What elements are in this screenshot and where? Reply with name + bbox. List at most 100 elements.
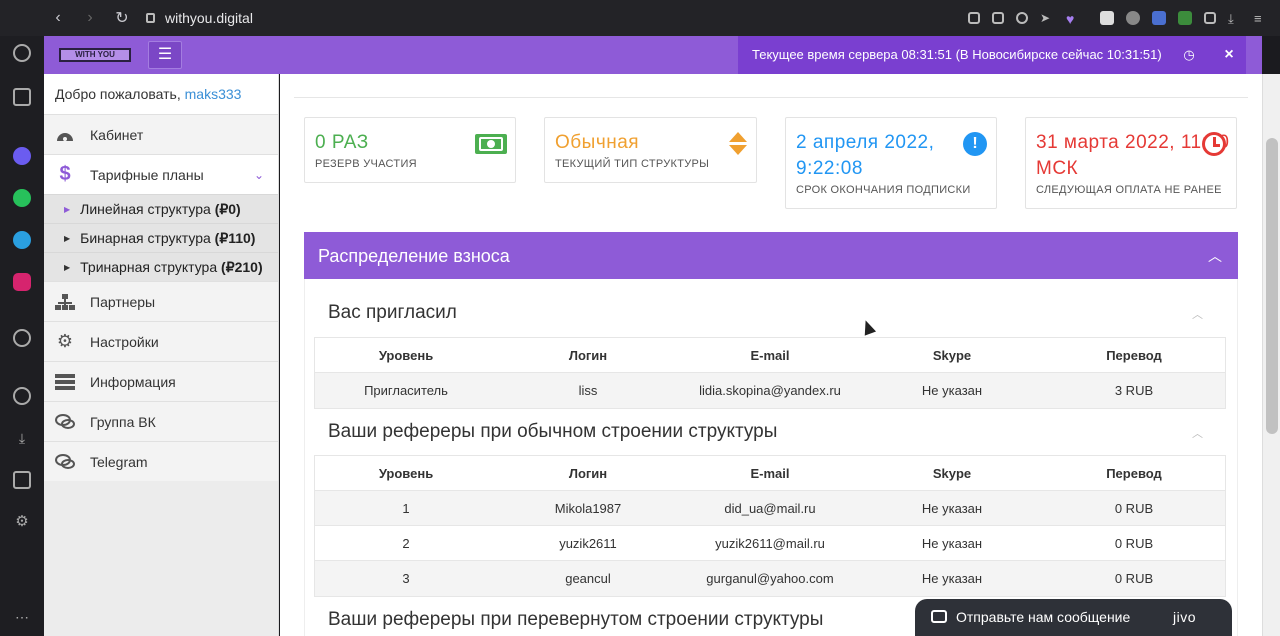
table-header-row: Уровень Логин E-mail Skype Перевод xyxy=(315,338,1225,373)
server-time: Текущее время сервера 08:31:51 (В Новоси… xyxy=(738,36,1212,74)
chevron-up-icon[interactable]: ︿ xyxy=(1192,306,1203,322)
player-icon[interactable] xyxy=(13,329,31,347)
telegram-icon[interactable] xyxy=(13,231,31,249)
column-header: Skype xyxy=(932,347,972,363)
table-row: Пригласитель liss lidia.skopina@yandex.r… xyxy=(315,373,1225,408)
sidebar-item-partners[interactable]: Партнеры xyxy=(44,281,278,321)
address-bar[interactable]: withyou.digital xyxy=(165,10,253,26)
more-icon[interactable]: ⋯ xyxy=(13,608,31,626)
clock-icon[interactable]: ◷ xyxy=(1174,36,1204,74)
sidebar-item-cabinet[interactable]: Кабинет xyxy=(44,114,278,154)
sidebar: Добро пожаловать, maks333 Кабинет $ Тари… xyxy=(44,74,279,636)
speed-dial-icon[interactable] xyxy=(13,44,31,62)
sidebar-item-info[interactable]: Информация xyxy=(44,361,278,401)
sidebar-item-settings[interactable]: ⚙ Настройки xyxy=(44,321,278,361)
sidebar-subitem-trinary[interactable]: ▶ Тринарная структура (₽210) xyxy=(44,252,278,281)
browser-toolbar: ‹ › ↻ withyou.digital ➤ ♥ ⤓ ≡ xyxy=(0,0,1280,36)
bag-icon[interactable] xyxy=(13,88,31,106)
subitem-label: Тринарная структура xyxy=(80,259,222,275)
sidebar-subitem-linear[interactable]: ▶ Линейная структура (₽0) xyxy=(44,194,278,223)
sidebar-item-tariffs[interactable]: $ Тарифные планы ⌄ xyxy=(44,154,278,194)
dashboard-icon xyxy=(54,125,76,145)
sidebar-item-telegram[interactable]: Telegram xyxy=(44,441,278,481)
subitem-label: Бинарная структура xyxy=(80,230,215,246)
cell-email: did_ua@mail.ru xyxy=(724,500,816,516)
column-header: E-mail xyxy=(750,465,790,481)
scrollbar-thumb[interactable] xyxy=(1266,138,1278,434)
table-row: 1 Mikola1987 did_ua@mail.ru Не указан 0 … xyxy=(315,491,1225,526)
column-header: Перевод xyxy=(1106,465,1162,481)
cell-transfer: 0 RUB xyxy=(1114,500,1154,516)
whatsapp-icon[interactable] xyxy=(13,189,31,207)
card-label: РЕЗЕРВ УЧАСТИЯ xyxy=(315,158,417,170)
logo[interactable]: WITH YOU xyxy=(59,48,131,62)
back-icon[interactable]: ‹ xyxy=(42,9,74,27)
download-extension-icon[interactable] xyxy=(1178,11,1192,25)
card-label: ТЕКУЩИЙ ТИП СТРУКТУРЫ xyxy=(555,158,710,170)
block-icon[interactable] xyxy=(1016,12,1028,24)
cell-skype: Не указан xyxy=(921,500,983,516)
subitem-price: (₽110) xyxy=(214,229,256,246)
settings-icon[interactable]: ⚙ xyxy=(13,513,31,531)
shield-icon[interactable] xyxy=(1100,11,1114,25)
menu-icon[interactable]: ≡ xyxy=(1254,11,1268,26)
card-participation-reserve: 0 РАЗ РЕЗЕРВ УЧАСТИЯ xyxy=(304,117,516,183)
welcome-text: Добро пожаловать, maks333 xyxy=(44,74,278,114)
chat-brand: jivo xyxy=(1173,609,1197,625)
sidebar-item-vk-group[interactable]: Группа ВК xyxy=(44,401,278,441)
card-label: СРОК ОКОНЧАНИЯ ПОДПИСКИ xyxy=(796,184,971,196)
instagram-icon[interactable] xyxy=(13,273,31,291)
cell-login: geancul xyxy=(565,571,611,586)
card-value: Обычная xyxy=(555,132,640,153)
cube-icon[interactable] xyxy=(13,471,31,489)
sidebar-item-label: Настройки xyxy=(90,333,159,350)
scrollbar[interactable] xyxy=(1262,74,1280,636)
cell-login: liss xyxy=(578,383,598,398)
downloads-icon[interactable]: ⤓ xyxy=(13,429,31,447)
cube-icon[interactable] xyxy=(1204,12,1216,24)
chat-widget[interactable]: Отправьте нам сообщение jivo xyxy=(915,599,1232,636)
download-icon[interactable]: ⤓ xyxy=(1228,11,1242,26)
cell-email: lidia.skopina@yandex.ru xyxy=(699,383,841,398)
panel-header[interactable]: Распределение взноса ︿ xyxy=(304,232,1238,279)
close-icon[interactable]: × xyxy=(1212,36,1246,74)
cell-transfer: 0 RUB xyxy=(1114,535,1154,551)
cell-skype: Не указан xyxy=(921,535,983,551)
section-title: Вас пригласил xyxy=(328,302,457,323)
card-value-line1: 31 марта 2022, 11:00 xyxy=(1036,132,1230,153)
card-structure-type: Обычная ТЕКУЩИЙ ТИП СТРУКТУРЫ xyxy=(544,117,757,183)
clock-icon xyxy=(1202,132,1226,156)
caret-right-icon: ▶ xyxy=(64,233,71,243)
cell-skype: Не указан xyxy=(921,383,983,398)
k-extension-icon[interactable] xyxy=(1126,11,1140,25)
sort-icon-down xyxy=(729,145,747,155)
comments-icon xyxy=(54,412,76,432)
send-icon[interactable]: ➤ xyxy=(1040,11,1054,25)
column-header: Уровень xyxy=(378,347,434,363)
reload-icon[interactable]: ↻ xyxy=(106,8,138,28)
chevron-up-icon[interactable]: ︿ xyxy=(1208,246,1222,266)
share-icon[interactable] xyxy=(968,12,980,24)
table-row: 2 yuzik2611 yuzik2611@mail.ru Не указан … xyxy=(315,526,1225,561)
messenger-icon[interactable] xyxy=(13,147,31,165)
card-label: СЛЕДУЮЩАЯ ОПЛАТА НЕ РАНЕЕ xyxy=(1036,184,1222,196)
extension-icon[interactable] xyxy=(1152,11,1166,25)
camera-icon[interactable] xyxy=(992,12,1004,24)
sidebar-subitem-binary[interactable]: ▶ Бинарная структура (₽110) xyxy=(44,223,278,252)
cell-level: Пригласитель xyxy=(364,383,448,398)
sidebar-item-label: Telegram xyxy=(90,453,148,470)
sidebar-item-label: Группа ВК xyxy=(90,413,156,430)
heart-icon[interactable]: ♥ xyxy=(1066,11,1080,27)
history-icon[interactable] xyxy=(13,387,31,405)
server-icon xyxy=(54,372,76,392)
cell-login: Mikola1987 xyxy=(554,500,622,516)
cell-level: 2 xyxy=(402,535,410,551)
chevron-up-icon[interactable]: ︿ xyxy=(1192,425,1203,441)
sidebar-item-label: Тарифные планы xyxy=(90,166,204,183)
card-value-line2: МСК xyxy=(1036,158,1079,179)
menu-toggle-button[interactable]: ☰ xyxy=(148,41,182,69)
section-title: Ваши рефереры при перевернутом строении … xyxy=(328,609,824,630)
top-divider xyxy=(294,74,1248,98)
forward-icon[interactable]: › xyxy=(74,9,106,27)
username-link[interactable]: maks333 xyxy=(185,86,242,102)
